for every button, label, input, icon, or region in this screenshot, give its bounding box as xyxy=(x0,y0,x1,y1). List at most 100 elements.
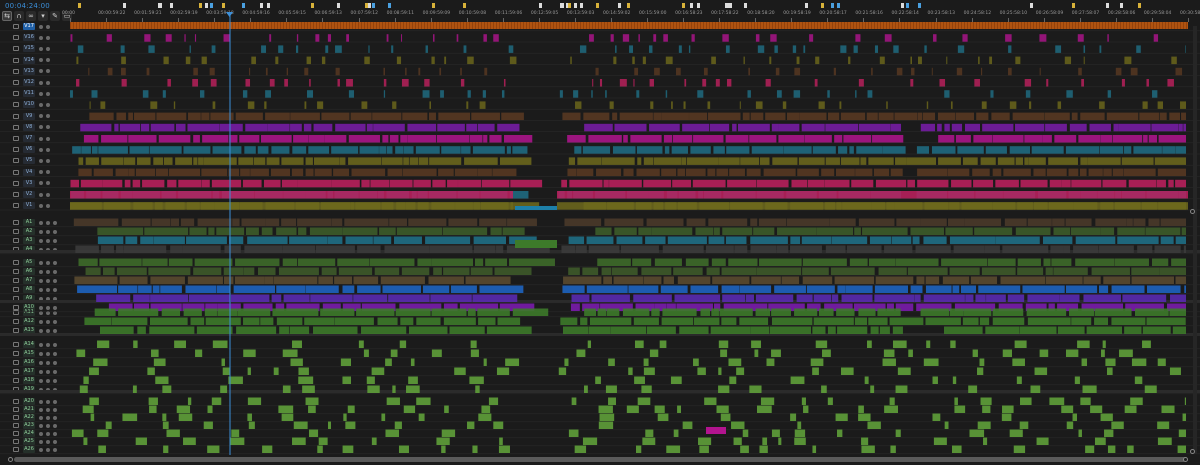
clip-video[interactable] xyxy=(389,179,413,188)
clip-audio[interactable] xyxy=(641,267,672,276)
eye-icon[interactable] xyxy=(46,114,50,119)
clip-video[interactable] xyxy=(331,146,359,154)
clip-edge[interactable] xyxy=(490,22,491,29)
clip-audio[interactable] xyxy=(895,303,914,312)
clip-video[interactable] xyxy=(649,45,653,53)
lock-icon[interactable] xyxy=(13,102,19,108)
clip-video[interactable] xyxy=(509,191,529,199)
clip-audio[interactable] xyxy=(608,358,615,367)
clip-video[interactable] xyxy=(1061,179,1071,188)
clip-edge[interactable] xyxy=(715,22,716,29)
clip-video[interactable] xyxy=(153,157,164,165)
clip-video[interactable] xyxy=(838,191,871,199)
clip-video[interactable] xyxy=(949,202,960,210)
clip-video[interactable] xyxy=(1066,90,1073,98)
clip-edge[interactable] xyxy=(904,22,905,29)
track-divider[interactable] xyxy=(0,445,1200,447)
clip-video[interactable] xyxy=(124,179,131,188)
clip-edge[interactable] xyxy=(547,22,548,29)
clip-video[interactable] xyxy=(884,34,892,42)
clip-video[interactable] xyxy=(210,79,217,87)
clip-video[interactable] xyxy=(81,146,91,154)
clip-video[interactable] xyxy=(798,157,825,165)
clip-audio[interactable] xyxy=(670,376,682,385)
clip-edge[interactable] xyxy=(481,22,482,29)
clip-audio[interactable] xyxy=(638,227,652,236)
clip-video[interactable] xyxy=(638,34,640,42)
clip-edge[interactable] xyxy=(775,22,776,29)
clip-audio[interactable] xyxy=(771,308,791,317)
clip-video[interactable] xyxy=(1080,191,1097,199)
mic-icon[interactable] xyxy=(53,278,57,283)
clip-audio[interactable] xyxy=(794,437,806,446)
clip-audio[interactable] xyxy=(983,437,988,446)
clip-audio[interactable] xyxy=(803,405,809,414)
clip-audio[interactable] xyxy=(977,421,991,430)
clip-edge[interactable] xyxy=(358,22,359,29)
clip-video[interactable] xyxy=(1100,202,1114,210)
clip-video[interactable] xyxy=(173,101,176,109)
clip-edge[interactable] xyxy=(1060,22,1061,29)
clip-audio[interactable] xyxy=(708,236,725,245)
clip-audio[interactable] xyxy=(736,367,745,376)
sync-lock-icon[interactable] xyxy=(39,114,43,119)
track-header-v14[interactable]: V14 xyxy=(0,56,68,65)
clip-video[interactable] xyxy=(579,45,587,53)
clip-audio[interactable] xyxy=(815,340,828,349)
clip-edge[interactable] xyxy=(976,22,977,29)
clip-video[interactable] xyxy=(775,67,780,76)
clip-edge[interactable] xyxy=(364,22,365,29)
clip-edge[interactable] xyxy=(1009,22,1010,29)
clip-audio[interactable] xyxy=(207,405,213,414)
clip-audio[interactable] xyxy=(194,258,233,267)
clip-edge[interactable] xyxy=(925,22,926,29)
clip-edge[interactable] xyxy=(583,22,584,29)
clip-audio[interactable] xyxy=(176,405,191,414)
clip-audio[interactable] xyxy=(706,267,720,276)
lock-icon[interactable] xyxy=(13,319,19,324)
clip-edge[interactable] xyxy=(823,22,824,29)
clip-audio[interactable] xyxy=(1051,258,1072,267)
track-divider[interactable] xyxy=(0,266,1200,268)
clip-video[interactable] xyxy=(962,34,968,42)
clip-video[interactable] xyxy=(187,123,220,132)
clip-audio[interactable] xyxy=(1101,349,1105,358)
clip-video[interactable] xyxy=(1068,191,1081,199)
clip-edge[interactable] xyxy=(910,22,911,29)
clip-edge[interactable] xyxy=(424,22,425,29)
clip-audio[interactable] xyxy=(162,421,169,430)
clip-video[interactable] xyxy=(263,179,281,188)
clip-video[interactable] xyxy=(229,135,238,143)
clip-audio[interactable] xyxy=(923,236,947,245)
clip-edge[interactable] xyxy=(901,22,902,29)
clip-edge[interactable] xyxy=(355,22,356,29)
clip-audio[interactable] xyxy=(613,276,643,285)
clip-audio[interactable] xyxy=(444,405,449,414)
solo-icon[interactable] xyxy=(46,399,50,404)
clip-video[interactable] xyxy=(1100,135,1113,143)
clip-audio[interactable] xyxy=(152,285,160,294)
clip-edge[interactable] xyxy=(301,22,302,29)
clip-edge[interactable] xyxy=(535,22,536,29)
clip-video[interactable] xyxy=(128,112,133,121)
track-header-a26[interactable]: A26 xyxy=(0,445,68,454)
clip-video[interactable] xyxy=(643,179,672,188)
clip-edge[interactable] xyxy=(157,22,158,29)
track-divider[interactable] xyxy=(0,429,1200,431)
clip-edge[interactable] xyxy=(670,22,671,29)
clip-audio[interactable] xyxy=(223,267,244,276)
clip-audio[interactable] xyxy=(374,267,400,276)
track-divider[interactable] xyxy=(0,348,1200,350)
clip-audio[interactable] xyxy=(342,445,354,454)
clip-edge[interactable] xyxy=(562,22,563,29)
clip-audio[interactable] xyxy=(682,421,693,430)
clip-edge[interactable] xyxy=(82,22,83,29)
clip-audio[interactable] xyxy=(278,405,294,414)
clip-video[interactable] xyxy=(372,112,402,121)
clip-edge[interactable] xyxy=(298,22,299,29)
clip-edge[interactable] xyxy=(877,22,878,29)
clip-video[interactable] xyxy=(201,112,210,121)
clip-video[interactable] xyxy=(636,168,660,177)
mute-icon[interactable] xyxy=(39,260,43,265)
clip-video[interactable] xyxy=(589,34,594,42)
